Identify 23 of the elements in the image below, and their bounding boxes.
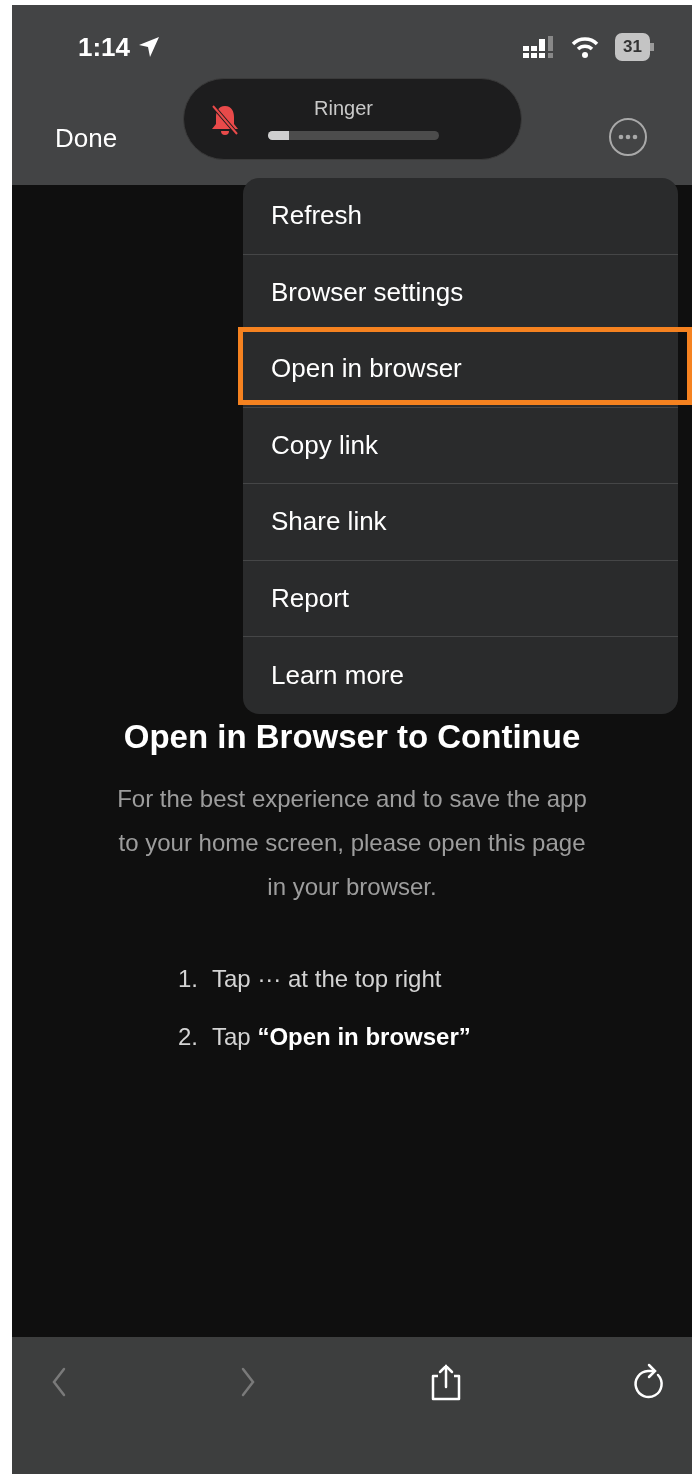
step-text: Tap “Open in browser” xyxy=(212,1021,471,1052)
signal-icon xyxy=(523,36,556,58)
menu-item[interactable]: Open in browser xyxy=(243,331,678,408)
battery-tip-icon xyxy=(650,43,654,51)
battery-level: 31 xyxy=(615,33,650,61)
step-number: 1. xyxy=(178,963,198,994)
menu-item[interactable]: Browser settings xyxy=(243,254,678,331)
instruction-text: For the best experience and to save the app to your home screen, please open this page in your browser. xyxy=(117,783,587,902)
more-options-button[interactable] xyxy=(609,118,647,156)
menu-item[interactable]: Report xyxy=(243,560,678,637)
page-heading: Open in Browser to Continue xyxy=(122,717,582,757)
step-text: Tap ··· at the top right xyxy=(212,963,442,994)
ringer-label: Ringer xyxy=(314,96,373,121)
step-number: 2. xyxy=(178,1021,198,1052)
location-arrow-icon xyxy=(138,36,161,58)
wifi-icon xyxy=(571,36,600,58)
menu-item[interactable]: Copy link xyxy=(243,407,678,484)
menu-item[interactable]: Refresh xyxy=(243,178,678,255)
done-button[interactable]: Done xyxy=(55,119,118,158)
ellipsis-icon xyxy=(618,134,638,140)
status-time: 1:14 xyxy=(78,30,131,64)
menu-item[interactable]: Learn more xyxy=(243,637,678,714)
menu-item[interactable]: Share link xyxy=(243,484,678,561)
